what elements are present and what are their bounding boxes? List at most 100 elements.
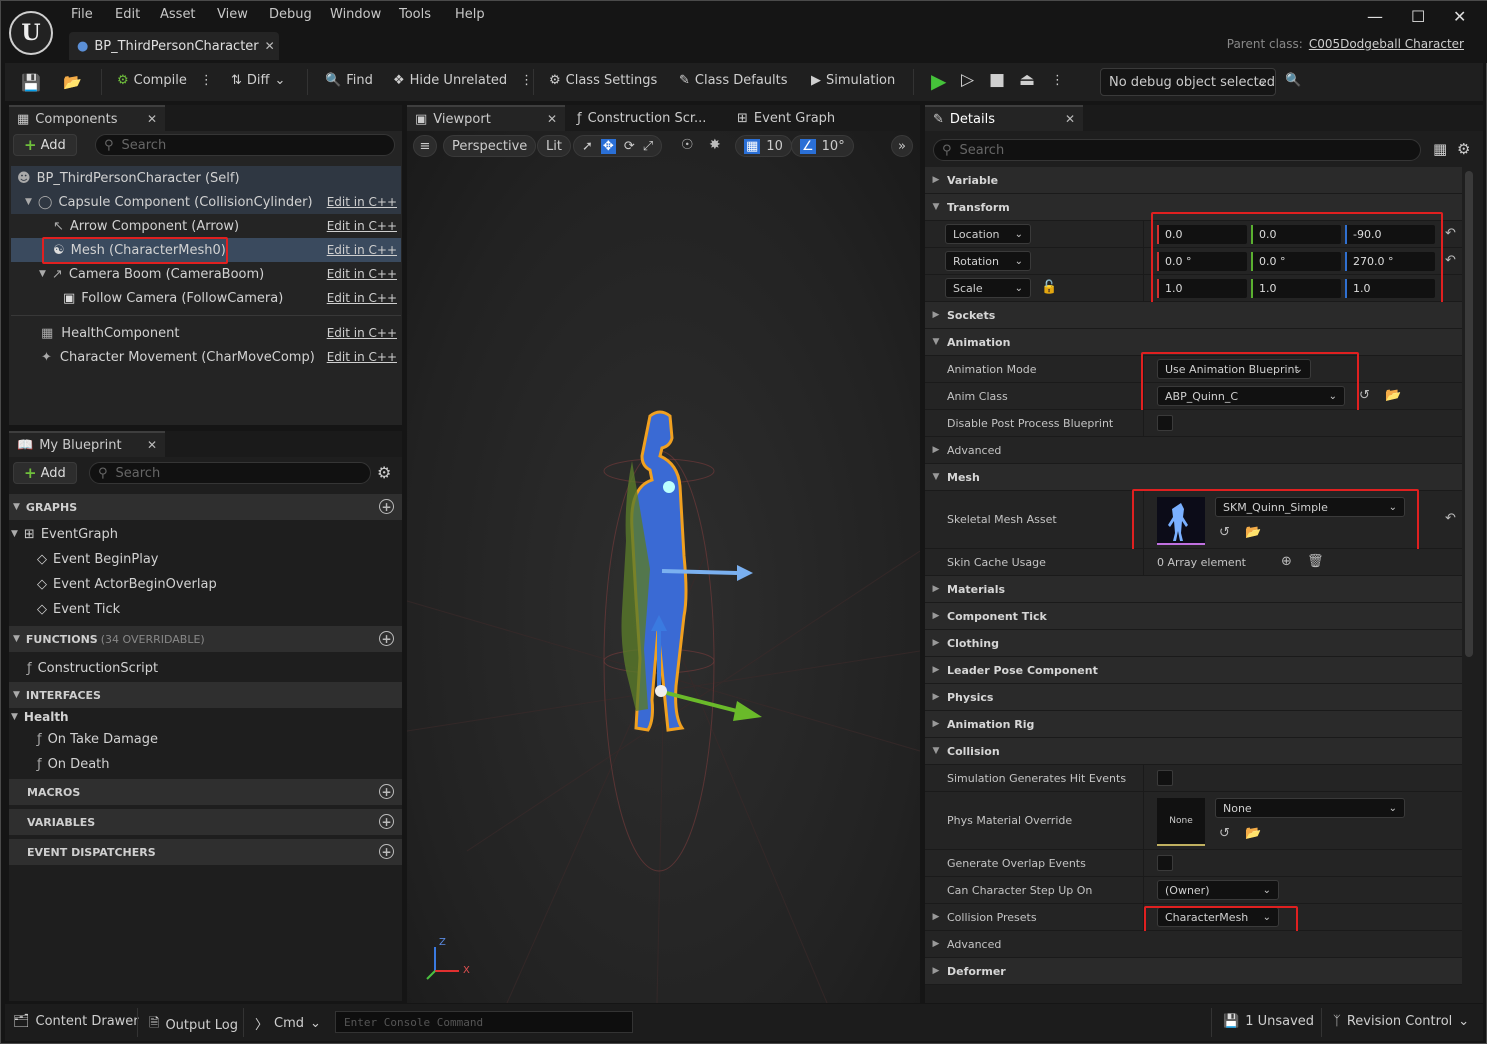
more-icon[interactable]: ⋮ <box>520 73 533 88</box>
sim-hit-checkbox[interactable] <box>1157 770 1173 786</box>
add-element-icon[interactable]: ⊕ <box>1281 554 1292 569</box>
compile-button[interactable]: ⚙ Compile ⋮ <box>117 73 213 88</box>
add-macro-icon[interactable]: + <box>379 784 394 799</box>
section-macros[interactable]: MACROS + <box>9 779 402 805</box>
menu-tools[interactable]: Tools <box>399 7 431 22</box>
stop-icon[interactable]: ■ <box>989 70 1005 90</box>
location-z-field[interactable]: -90.0 <box>1345 225 1435 244</box>
edit-in-cpp-link[interactable]: Edit in C++ <box>327 350 397 364</box>
browse-icon[interactable]: 📂 <box>1245 826 1261 841</box>
category-advanced[interactable]: ▶ Advanced <box>925 437 1462 464</box>
step-icon[interactable]: ▷ <box>961 70 974 90</box>
component-item-follow-camera[interactable]: ▣ Follow Camera (FollowCamera) Edit in C… <box>11 286 401 310</box>
reset-icon[interactable]: ↶ <box>1445 253 1456 268</box>
debug-browse-icon[interactable]: 🔍 <box>1285 73 1301 88</box>
category-transform[interactable]: ▼ Transform <box>925 194 1462 221</box>
collision-presets-select[interactable]: CharacterMesh ⌄ <box>1157 907 1279 927</box>
browse-icon[interactable]: 📂 <box>1245 525 1261 540</box>
edit-in-cpp-link[interactable]: Edit in C++ <box>327 219 397 233</box>
component-item-health[interactable]: ▦ HealthComponent Edit in C++ <box>11 321 401 345</box>
close-icon[interactable]: ✕ <box>547 112 557 126</box>
function-item-constructionscript[interactable]: ƒ ConstructionScript <box>27 656 158 680</box>
save-icon[interactable]: 💾 <box>21 73 41 92</box>
property-collision-presets[interactable]: ▶ Collision Presets CharacterMesh ⌄ <box>925 904 1462 931</box>
interface-fn-on-death[interactable]: ƒ On Death <box>37 752 110 776</box>
tab-event-graph[interactable]: ⊞ Event Graph <box>729 105 843 131</box>
category-materials[interactable]: ▶ Materials <box>925 576 1462 603</box>
edit-in-cpp-link[interactable]: Edit in C++ <box>327 195 397 209</box>
menu-debug[interactable]: Debug <box>269 7 312 22</box>
cmd-select[interactable]: 〉 Cmd ⌄ <box>255 1014 321 1033</box>
event-item-actorbeginoverlap[interactable]: ◇ Event ActorBeginOverlap <box>37 572 217 596</box>
step-up-select[interactable]: (Owner) ⌄ <box>1157 880 1279 900</box>
category-physics[interactable]: ▶ Physics <box>925 684 1462 711</box>
category-animation[interactable]: ▼ Animation <box>925 329 1462 356</box>
edit-in-cpp-link[interactable]: Edit in C++ <box>327 267 397 281</box>
more-icon[interactable]: ⋮ <box>200 73 213 88</box>
tab-construction-script[interactable]: ƒ Construction Scr... <box>569 105 714 131</box>
content-drawer-button[interactable]: 🗂 Content Drawer <box>13 1014 139 1029</box>
add-dispatcher-icon[interactable]: + <box>379 844 394 859</box>
scale-x-field[interactable]: 1.0 <box>1157 279 1247 298</box>
parent-class-link[interactable]: C005Dodgeball Character <box>1309 37 1464 51</box>
rotation-x-field[interactable]: 0.0 ° <box>1157 252 1247 271</box>
category-advanced-collision[interactable]: ▶ Advanced <box>925 931 1462 958</box>
tab-viewport[interactable]: ▣ Viewport ✕ <box>407 105 565 131</box>
viewport-canvas[interactable]: ≡ Perspective Lit ➚ ✥ ⟳ ⤢ ☉ ✸ ▦ 10 ∠ 10°… <box>407 131 920 1003</box>
add-graph-icon[interactable]: + <box>379 499 394 514</box>
edit-in-cpp-link[interactable]: Edit in C++ <box>327 326 397 340</box>
graph-item-eventgraph[interactable]: ▼ ⊞ EventGraph <box>11 522 118 546</box>
scale-mode-select[interactable]: Scale ⌄ <box>945 278 1031 298</box>
document-tab[interactable]: ● BP_ThirdPersonCharacter ✕ <box>69 32 279 60</box>
unreal-logo-icon[interactable]: U <box>9 11 53 55</box>
my-blueprint-search-input[interactable]: ⚲ Search <box>89 462 371 484</box>
event-item-beginplay[interactable]: ◇ Event BeginPlay <box>37 547 159 571</box>
animation-mode-select[interactable]: Use Animation Blueprint ⌄ <box>1157 359 1311 379</box>
interface-item-health[interactable]: ▼ Health <box>11 705 69 729</box>
add-variable-icon[interactable]: + <box>379 814 394 829</box>
menu-asset[interactable]: Asset <box>160 7 196 22</box>
hide-unrelated-button[interactable]: ❖ Hide Unrelated ⋮ <box>393 73 533 88</box>
add-function-icon[interactable]: + <box>379 631 394 646</box>
simulation-button[interactable]: ▶ Simulation <box>811 73 895 88</box>
tab-details[interactable]: ✎ Details ✕ <box>925 105 1083 131</box>
output-log-button[interactable]: 🗎 Output Log <box>149 1014 238 1036</box>
section-graphs[interactable]: ▼ GRAPHS + <box>9 494 402 520</box>
close-icon[interactable]: ✕ <box>147 112 157 126</box>
category-animation-rig[interactable]: ▶ Animation Rig <box>925 711 1462 738</box>
skeletal-mesh-select[interactable]: SKM_Quinn_Simple ⌄ <box>1215 497 1405 517</box>
event-item-tick[interactable]: ◇ Event Tick <box>37 597 120 621</box>
category-variable[interactable]: ▶ Variable <box>925 167 1462 194</box>
details-scrollbar[interactable] <box>1465 171 1473 657</box>
lock-icon[interactable]: 🔓 <box>1041 280 1057 295</box>
section-event-dispatchers[interactable]: EVENT DISPATCHERS + <box>9 839 402 865</box>
window-close-icon[interactable]: ✕ <box>1453 7 1466 26</box>
edit-in-cpp-link[interactable]: Edit in C++ <box>327 291 397 305</box>
close-icon[interactable]: ✕ <box>147 438 157 452</box>
browse-icon[interactable]: 📂 <box>63 73 82 91</box>
menu-edit[interactable]: Edit <box>115 7 140 22</box>
location-y-field[interactable]: 0.0 <box>1251 225 1341 244</box>
components-search-input[interactable]: ⚲ Search <box>95 134 395 156</box>
trash-icon[interactable]: 🗑 <box>1307 554 1324 569</box>
table-view-icon[interactable]: ▦ <box>1433 140 1447 158</box>
component-item-self[interactable]: ☻ BP_ThirdPersonCharacter (Self) <box>11 166 401 190</box>
maximize-icon[interactable]: ☐ <box>1411 7 1425 26</box>
tab-components[interactable]: ▦ Components ✕ <box>9 105 165 131</box>
phys-mat-thumbnail[interactable]: None <box>1157 798 1205 846</box>
rotation-mode-select[interactable]: Rotation ⌄ <box>945 251 1031 271</box>
section-functions[interactable]: ▼ FUNCTIONS (34 OVERRIDABLE) + <box>9 626 402 652</box>
menu-view[interactable]: View <box>217 7 248 22</box>
close-icon[interactable]: ✕ <box>265 39 275 53</box>
tab-my-blueprint[interactable]: 📖 My Blueprint ✕ <box>9 431 165 457</box>
gear-icon[interactable]: ⚙ <box>377 463 391 482</box>
eject-icon[interactable]: ⏏ <box>1019 70 1035 90</box>
menu-window[interactable]: Window <box>330 7 381 22</box>
category-sockets[interactable]: ▶ Sockets <box>925 302 1462 329</box>
use-selected-icon[interactable]: ↺ <box>1219 826 1230 841</box>
skeletal-mesh-thumbnail[interactable] <box>1157 497 1205 545</box>
component-item-mesh[interactable]: ☯ Mesh (CharacterMesh0) Edit in C++ <box>11 238 401 262</box>
interface-fn-take-damage[interactable]: ƒ On Take Damage <box>37 727 158 751</box>
component-item-camera-boom[interactable]: ▼ ↗ Camera Boom (CameraBoom) Edit in C++ <box>11 262 401 286</box>
disable-post-checkbox[interactable] <box>1157 415 1173 431</box>
